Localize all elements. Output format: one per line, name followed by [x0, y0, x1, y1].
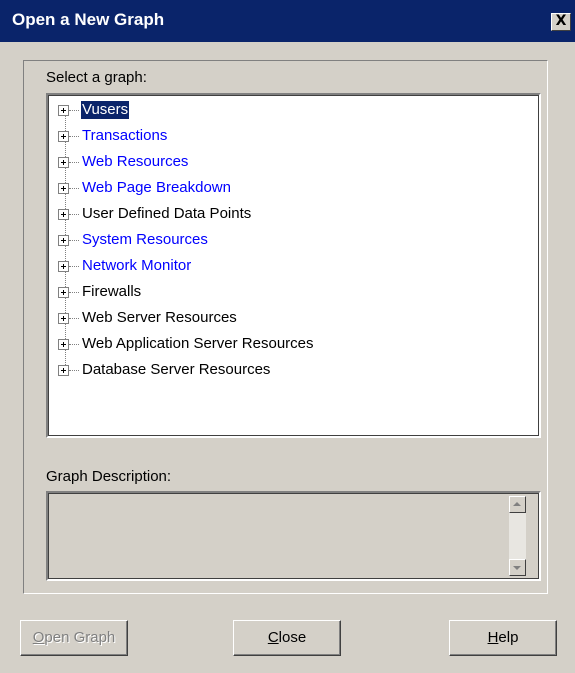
- tree-item-label[interactable]: Firewalls: [82, 283, 141, 301]
- tree-item-label[interactable]: Database Server Resources: [82, 361, 270, 379]
- tree-branch-line: [69, 214, 79, 215]
- open-graph-label: pen Graph: [44, 629, 116, 646]
- tree-item-label[interactable]: Web Resources: [82, 153, 188, 171]
- expand-plus-icon[interactable]: [58, 365, 69, 376]
- select-graph-label: Select a graph:: [46, 69, 147, 86]
- expand-plus-icon[interactable]: [58, 313, 69, 324]
- tree-item-label[interactable]: Web Application Server Resources: [82, 335, 314, 353]
- tree-item-label[interactable]: System Resources: [82, 231, 208, 249]
- expand-plus-icon[interactable]: [58, 287, 69, 298]
- tree-branch-line: [69, 344, 79, 345]
- title-bar[interactable]: Open a New Graph X: [0, 0, 575, 42]
- help-button[interactable]: Help: [449, 620, 557, 656]
- tree-branch-line: [69, 370, 79, 371]
- tree-branch-line: [69, 162, 79, 163]
- close-icon[interactable]: X: [551, 13, 571, 31]
- expand-plus-icon[interactable]: [58, 157, 69, 168]
- help-label: elp: [498, 629, 519, 646]
- tree-branch-line: [69, 292, 79, 293]
- tree-branch-line: [69, 110, 79, 111]
- expand-plus-icon[interactable]: [58, 339, 69, 350]
- expand-plus-icon[interactable]: [58, 209, 69, 220]
- scroll-up-button[interactable]: [509, 496, 526, 513]
- graph-description-box: [46, 491, 541, 581]
- open-new-graph-dialog: Open a New Graph X Select a graph: Vuser…: [0, 0, 575, 673]
- tree-item-label[interactable]: Vusers: [79, 100, 131, 120]
- tree-branch-line: [69, 136, 79, 137]
- close-mnemonic: C: [267, 629, 279, 646]
- expand-plus-icon[interactable]: [58, 183, 69, 194]
- tree-item-label[interactable]: Web Server Resources: [82, 309, 237, 327]
- description-scrollbar[interactable]: [509, 496, 526, 576]
- close-button[interactable]: Close: [233, 620, 341, 656]
- arrow-up-icon: [513, 502, 521, 506]
- tree-item-label[interactable]: Transactions: [82, 127, 167, 145]
- close-label: lose: [278, 629, 307, 646]
- scroll-down-button[interactable]: [509, 559, 526, 576]
- expand-plus-icon[interactable]: [58, 131, 69, 142]
- arrow-down-icon: [513, 566, 521, 570]
- help-mnemonic: H: [487, 629, 499, 646]
- tree-branch-line: [69, 188, 79, 189]
- open-graph-button[interactable]: Open Graph: [20, 620, 128, 656]
- tree-item-label[interactable]: Web Page Breakdown: [82, 179, 231, 197]
- tree-item-label[interactable]: User Defined Data Points: [82, 205, 251, 223]
- dialog-title: Open a New Graph: [12, 10, 165, 29]
- expand-plus-icon[interactable]: [58, 261, 69, 272]
- tree-item-label[interactable]: Network Monitor: [82, 257, 191, 275]
- tree-branch-line: [69, 266, 79, 267]
- expand-plus-icon[interactable]: [58, 235, 69, 246]
- tree-branch-line: [69, 318, 79, 319]
- graph-tree[interactable]: Vusers Transactions Web Resources Web Page …: [46, 93, 541, 438]
- graph-description-label: Graph Description:: [46, 468, 172, 485]
- expand-plus-icon[interactable]: [58, 105, 69, 116]
- tree-branch-line: [69, 240, 79, 241]
- open-graph-mnemonic: O: [32, 629, 45, 646]
